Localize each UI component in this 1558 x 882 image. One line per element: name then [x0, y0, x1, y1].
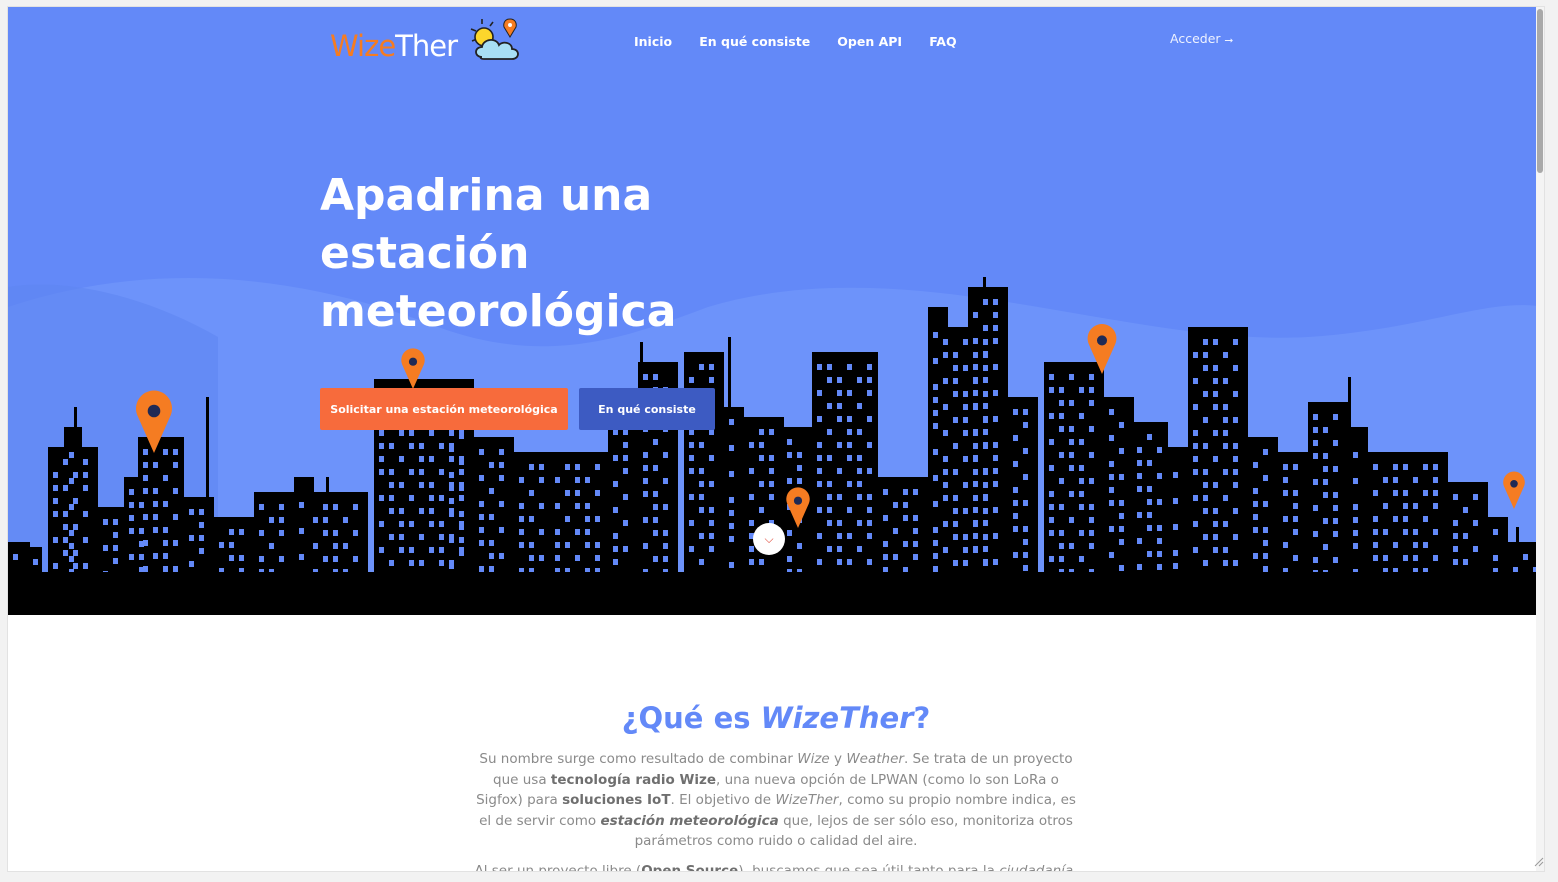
scrollbar-thumb[interactable]	[1537, 9, 1543, 173]
logo-text-wize: Wize	[330, 29, 396, 63]
nav-link-open-api[interactable]: Open API	[837, 34, 902, 49]
about-title-emphasis: WizeTher	[760, 701, 914, 735]
wizether-logo[interactable]: WizeTher	[328, 17, 528, 67]
about-paragraph-2: Al ser un proyecto libre (Open Source), …	[474, 863, 1078, 871]
logo-text-ther: Ther	[395, 29, 458, 63]
chevron-down-icon: ⌵	[764, 532, 774, 546]
browser-viewport: WizeTher Inicio En qué consiste Open API…	[8, 7, 1544, 871]
sun-cloud-pin-icon	[470, 18, 519, 60]
scroll-down-button[interactable]: ⌵	[753, 523, 785, 555]
nav-link-en-que-consiste[interactable]: En qué consiste	[699, 34, 810, 49]
hero-section: WizeTher Inicio En qué consiste Open API…	[8, 7, 1544, 615]
top-navbar: WizeTher Inicio En qué consiste Open API…	[8, 7, 1544, 71]
nav-link-inicio[interactable]: Inicio	[634, 34, 672, 49]
about-title-suffix: ?	[913, 701, 931, 735]
login-label: Acceder	[1170, 31, 1221, 46]
about-paragraph-1: Su nombre surge como resultado de combin…	[476, 751, 1076, 849]
login-link[interactable]: Acceder ⭢	[1170, 31, 1233, 47]
request-station-button[interactable]: Solicitar una estación meteorológica	[320, 388, 568, 430]
about-section: ¿Qué es WizeTher? Su nombre surge como r…	[8, 615, 1544, 871]
about-title-prefix: ¿Qué es	[621, 701, 761, 735]
main-nav: Inicio En qué consiste Open API FAQ	[634, 31, 979, 50]
hero-headline: Apadrina una estación meteorológica	[320, 170, 677, 337]
page-scrollbar[interactable]	[1536, 7, 1544, 871]
nav-link-faq[interactable]: FAQ	[929, 34, 956, 49]
how-it-works-button[interactable]: En qué consiste	[579, 388, 715, 430]
sign-in-icon: ⭢	[1224, 33, 1234, 46]
resize-grip-icon[interactable]	[1532, 855, 1544, 867]
about-title: ¿Qué es WizeTher?	[8, 701, 1544, 735]
